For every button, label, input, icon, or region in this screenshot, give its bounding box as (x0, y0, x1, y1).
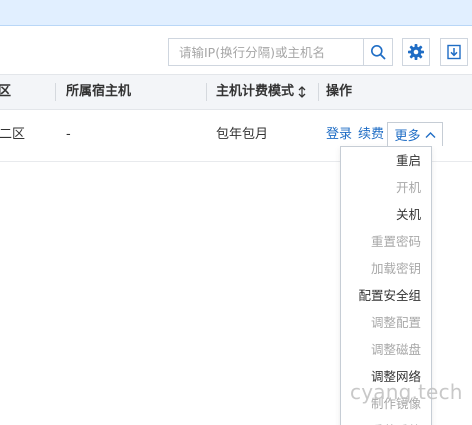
column-header-ops: 操作 (326, 84, 353, 99)
menu-item-power-on: 开机 (395, 180, 421, 195)
menu-item-security-group[interactable]: 配置安全组 (358, 282, 421, 309)
more-button-label: 更多 (394, 129, 421, 144)
column-header-zone: 区 (0, 84, 12, 99)
more-button[interactable]: 更多 (387, 122, 443, 146)
column-header-host: 所属宿主机 (66, 84, 132, 99)
menu-item-resize-disk: 调整磁盘 (370, 342, 421, 357)
search-button[interactable] (363, 39, 392, 65)
menu-item-reset-password: 重置密码 (370, 234, 421, 249)
column-header-billing[interactable]: 主机计费模式 (216, 75, 306, 109)
search-icon (371, 45, 386, 60)
chevron-up-icon (425, 131, 435, 138)
column-separator (55, 83, 56, 101)
cell-billing: 包年包月 (216, 127, 269, 142)
menu-item-resize-config: 调整配置 (370, 315, 421, 330)
sort-icon[interactable] (298, 85, 306, 99)
table-header: 区 所属宿主机 主机计费模式 操作 (0, 74, 472, 110)
search-input[interactable] (169, 39, 363, 65)
cell-host: - (66, 127, 71, 142)
settings-button[interactable] (402, 38, 430, 66)
column-header-billing-label: 主机计费模式 (216, 84, 295, 99)
cell-zone: 二区 (0, 127, 26, 142)
menu-item-restart[interactable]: 重启 (396, 147, 421, 174)
menu-item-load-key: 加载密钥 (370, 261, 421, 276)
toolbar (0, 26, 472, 74)
search-box (168, 38, 393, 66)
watermark: cyang.tech (350, 380, 463, 404)
download-icon (447, 44, 461, 60)
column-separator (206, 83, 207, 101)
menu-item-shutdown[interactable]: 关机 (396, 201, 421, 228)
menu-item-reinstall-os: 重装系统 (371, 417, 421, 425)
download-button[interactable] (440, 38, 468, 66)
top-banner (0, 0, 472, 26)
column-separator (318, 83, 319, 101)
gear-icon (408, 44, 424, 60)
